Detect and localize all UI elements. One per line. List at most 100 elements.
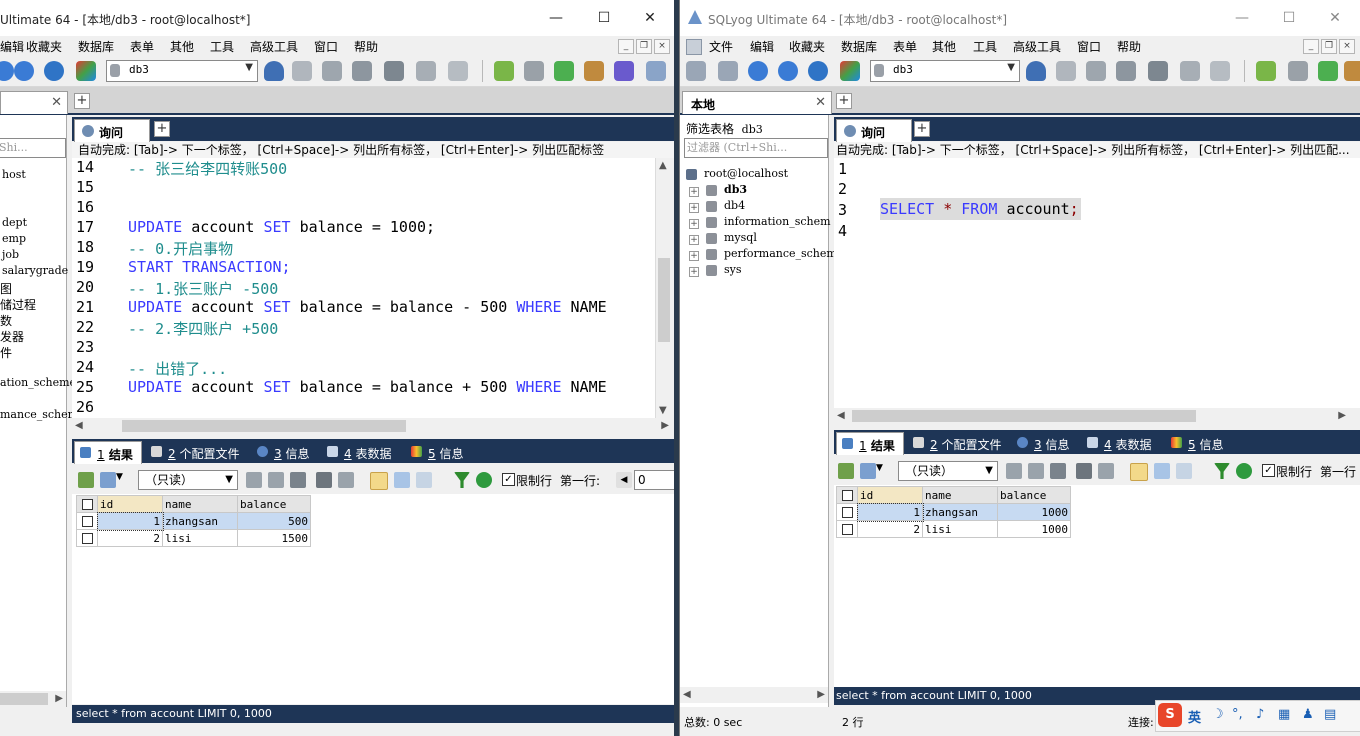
save-icon[interactable]	[1050, 463, 1066, 479]
ime-language-toggle[interactable]: 英	[1188, 707, 1201, 726]
mdi-minimize-icon[interactable]: _	[1303, 39, 1319, 54]
limit-rows-checkbox[interactable]: ✓	[1262, 464, 1275, 477]
expand-icon[interactable]: +	[689, 235, 699, 245]
menu-database[interactable]: 数据库	[78, 38, 114, 55]
grid-view-icon[interactable]	[370, 472, 388, 490]
chevron-down-icon[interactable]: ▼	[876, 463, 884, 479]
tab-profile[interactable]: 2 个配置文件	[908, 432, 1008, 454]
menu-edit[interactable]: 编辑	[750, 38, 774, 55]
filter-icon[interactable]	[454, 472, 470, 488]
menu-window[interactable]: 窗口	[314, 38, 338, 55]
right-title-bar[interactable]: SQLyog Ultimate 64 - [本地/db3 - root@loca…	[680, 0, 1360, 36]
create-db-icon[interactable]	[292, 61, 312, 81]
monitor-icon[interactable]	[646, 61, 666, 81]
select-all-checkbox[interactable]	[76, 495, 98, 513]
menu-database[interactable]: 数据库	[841, 38, 877, 55]
copy-db-icon[interactable]	[1288, 61, 1308, 81]
microphone-icon[interactable]: ♪	[1256, 707, 1264, 722]
left-browser-hscroll[interactable]: ▶	[0, 691, 66, 707]
code-line[interactable]: UPDATE account SET balance = balance - 5…	[128, 298, 607, 316]
multi-color-icon[interactable]	[840, 61, 860, 81]
tree-db-db4[interactable]: db4	[724, 199, 745, 212]
chevron-up-icon[interactable]: ▲	[659, 160, 667, 171]
copy-db-icon[interactable]	[524, 61, 544, 81]
right-db-selector[interactable]: db3 ▼	[870, 60, 1020, 82]
refresh-icon[interactable]	[44, 61, 64, 81]
chevron-down-icon[interactable]: ▼	[116, 472, 124, 488]
sync-icon[interactable]	[494, 61, 514, 81]
left-filter-input[interactable]: Shi...	[0, 138, 66, 158]
maximize-icon[interactable]: ☐	[594, 8, 614, 28]
tree-item-triggers[interactable]: 发器	[0, 328, 24, 345]
selected-sql-statement[interactable]: SELECT * FROM account;	[880, 198, 1081, 220]
right-editor-hscroll[interactable]: ◀ ▶	[834, 408, 1349, 424]
delete-icon[interactable]	[1076, 463, 1092, 479]
table-row[interactable]: 2 lisi 1000	[836, 520, 1071, 538]
export-icon[interactable]	[100, 472, 116, 488]
left-sql-editor[interactable]: 14 15 16 17 18 19 20 21 22 23 24 25 26 -…	[72, 158, 672, 418]
app-menu-icon[interactable]	[686, 39, 702, 55]
import-icon[interactable]	[384, 61, 404, 81]
keyboard-icon[interactable]: ▦	[1278, 707, 1290, 722]
tree-item-procedures[interactable]: 储过程	[0, 296, 36, 313]
menu-window[interactable]: 窗口	[1077, 38, 1101, 55]
menu-edit[interactable]: 编辑	[0, 38, 24, 55]
new-query-tab-button[interactable]: +	[154, 121, 170, 137]
tree-item-emp[interactable]: emp	[2, 232, 26, 245]
delete-icon[interactable]	[316, 472, 332, 488]
duplicate-row-icon[interactable]	[268, 472, 284, 488]
refresh-icon[interactable]	[1236, 463, 1252, 479]
chevron-right-icon[interactable]: ▶	[661, 420, 669, 431]
right-query-tab[interactable]: 询问	[836, 119, 912, 142]
chevron-left-icon[interactable]: ◀	[75, 420, 83, 431]
tree-root-connection[interactable]: root@localhost	[704, 167, 788, 180]
left-readonly-select[interactable]: （只读） ▼	[138, 470, 238, 490]
connect-icon[interactable]	[0, 61, 14, 81]
tree-db-db3[interactable]: db3	[724, 183, 747, 196]
right-browser-hscroll[interactable]: ◀ ▶	[680, 687, 828, 703]
code-line[interactable]: UPDATE account SET balance = 1000;	[128, 218, 435, 236]
tab-table-data[interactable]: 4 表数据	[322, 441, 402, 463]
moon-icon[interactable]: ☽	[1212, 707, 1224, 722]
row-checkbox[interactable]	[76, 529, 98, 547]
left-db-selector[interactable]: db3 ▼	[106, 60, 258, 82]
tree-item-job[interactable]: job	[2, 248, 19, 261]
import-icon[interactable]	[1148, 61, 1168, 81]
close-icon[interactable]: ✕	[1325, 8, 1345, 28]
chevron-left-icon[interactable]: ◀	[837, 410, 845, 421]
new-connection-tab-button[interactable]: +	[836, 93, 852, 109]
user-manager-icon[interactable]	[264, 61, 284, 81]
menu-help[interactable]: 帮助	[354, 38, 378, 55]
tree-db-mysql[interactable]: mysql	[724, 231, 757, 244]
tab-messages[interactable]: 3 信息	[252, 441, 318, 463]
grid-view-icon[interactable]	[1130, 463, 1148, 481]
row-checkbox[interactable]	[836, 520, 858, 538]
menu-advanced-tools[interactable]: 高级工具	[250, 38, 298, 55]
code-line[interactable]: START TRANSACTION;	[128, 258, 291, 276]
menu-other[interactable]: 其他	[170, 38, 194, 55]
chevron-down-icon[interactable]: ▼	[659, 405, 667, 416]
refresh-icon[interactable]	[808, 61, 828, 81]
cancel-icon[interactable]	[1098, 463, 1114, 479]
menu-file[interactable]: 文件	[709, 38, 733, 55]
minimize-icon[interactable]: —	[1232, 8, 1252, 28]
tree-item-host[interactable]: host	[2, 168, 26, 181]
tree-item-events[interactable]: 件	[0, 344, 12, 361]
code-line[interactable]: -- 出错了...	[128, 358, 227, 379]
create-db-icon[interactable]	[1056, 61, 1076, 81]
column-header-name[interactable]: name	[922, 486, 998, 504]
first-row-input[interactable]: 0	[634, 470, 674, 490]
column-header-id[interactable]: id	[857, 486, 923, 504]
scroll-thumb[interactable]	[658, 258, 670, 342]
save-icon[interactable]	[290, 472, 306, 488]
menu-favorites[interactable]: 收藏夹	[789, 38, 825, 55]
scroll-thumb[interactable]	[0, 693, 48, 705]
expand-icon[interactable]: +	[689, 203, 699, 213]
menu-tools[interactable]: 工具	[973, 38, 997, 55]
cell-balance[interactable]: 1000	[997, 520, 1071, 538]
menu-tools[interactable]: 工具	[210, 38, 234, 55]
new-connection-tab-button[interactable]: +	[74, 93, 90, 109]
menu-other[interactable]: 其他	[932, 38, 956, 55]
tab-profile[interactable]: 2 个配置文件	[146, 441, 246, 463]
cell-balance[interactable]: 1000	[997, 503, 1071, 521]
